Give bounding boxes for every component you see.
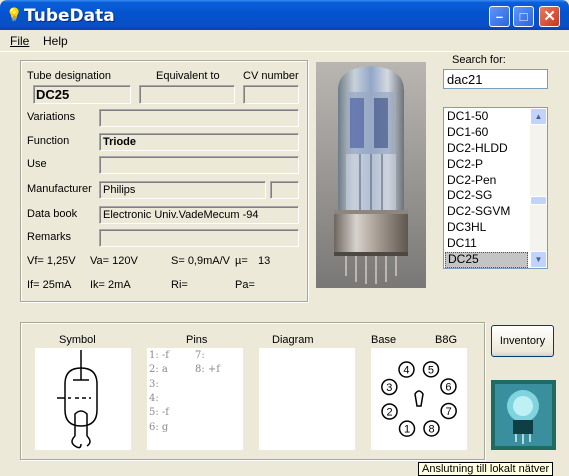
variations-field[interactable]: [99, 109, 299, 127]
tube-list-item[interactable]: DC3HL: [445, 220, 528, 236]
pa-value: Pa=: [235, 279, 255, 291]
base-pane: 12 34 56 78: [371, 348, 467, 450]
mu-label: µ=: [235, 255, 248, 267]
tube-list-item[interactable]: DC2-Pen: [445, 173, 528, 189]
tube-photo: [316, 62, 426, 288]
lightbulb-icon: 💡: [6, 7, 23, 22]
inventory-button[interactable]: Inventory: [491, 325, 554, 357]
cv-number-label: CV number: [243, 70, 299, 82]
pin-assignment: 6: g: [149, 421, 169, 433]
manufacturer-field[interactable]: Philips: [99, 181, 266, 199]
base-pin: 1: [398, 420, 416, 437]
scroll-down-icon[interactable]: ▼: [530, 251, 547, 268]
remarks-label: Remarks: [27, 231, 72, 243]
manufacturer-label: Manufacturer: [27, 183, 92, 195]
base-pin: 5: [422, 361, 440, 378]
scroll-up-icon[interactable]: ▲: [530, 108, 547, 125]
base-pin: 3: [381, 378, 398, 396]
base-pin-number: 6: [445, 381, 451, 393]
base-pin-number: 1: [404, 424, 410, 436]
function-field[interactable]: Triode: [99, 133, 299, 151]
base-pinout-diagram: 12 34 56 78: [374, 354, 464, 444]
tube-logo-icon: [491, 380, 556, 450]
ik-value: Ik= 2mA: [90, 279, 131, 291]
tube-list-item[interactable]: DC2-SGVM: [445, 204, 528, 220]
variations-label: Variations: [27, 111, 76, 123]
diagram-pane: [259, 348, 355, 450]
pin-assignment: 1: -f: [149, 350, 169, 361]
data-book-label: Data book: [27, 208, 78, 220]
search-label: Search for:: [452, 54, 506, 66]
base-pin-number: 2: [386, 407, 392, 419]
diagram-title: Diagram: [272, 334, 314, 346]
base-pin-number: 8: [428, 423, 434, 435]
base-pin: 7: [440, 402, 457, 420]
tube-list-item[interactable]: DC11: [445, 236, 528, 252]
mu-value: 13: [258, 255, 271, 267]
remarks-field[interactable]: [99, 229, 299, 247]
pins-pane: 1: -f 2: a 3: 4: 5: -f 6: g 7: 8: +f: [147, 348, 243, 450]
triode-symbol-icon: [57, 350, 98, 449]
cv-number-field[interactable]: [243, 85, 299, 104]
menu-file[interactable]: File: [10, 34, 29, 48]
list-scrollbar[interactable]: ▲ ▼: [530, 108, 547, 268]
pin-assignment: 7:: [195, 350, 205, 361]
base-pin: 4: [398, 361, 415, 378]
maximize-button[interactable]: □: [513, 6, 534, 27]
tube-designation-field[interactable]: DC25: [33, 85, 131, 104]
tube-designation-label: Tube designation: [27, 70, 111, 82]
base-pin: 6: [440, 378, 457, 395]
manufacturer-code-field[interactable]: [270, 181, 299, 199]
pin-assignment: 4:: [149, 392, 159, 404]
function-label: Function: [27, 135, 70, 147]
base-pin-number: 7: [446, 406, 452, 418]
symbol-pane: [35, 348, 131, 450]
symbol-title: Symbol: [59, 334, 96, 346]
data-book-field[interactable]: Electronic Univ.VadeMecum -94: [99, 206, 299, 224]
vf-value: Vf= 1,25V: [27, 255, 76, 267]
tube-list-item[interactable]: DC2-HLDD: [445, 141, 528, 157]
menu-file-label: File: [10, 34, 30, 48]
pin-assignment: 2: a: [149, 364, 168, 376]
base-pin-number: 5: [428, 364, 434, 376]
close-button[interactable]: ✕: [539, 6, 560, 27]
base-title: Base: [371, 334, 397, 346]
base-type-label: B8G: [435, 334, 458, 346]
s-value: S= 0,9mA/V: [171, 255, 231, 267]
tube-list-item[interactable]: DC1-50: [445, 109, 528, 125]
tube-logo-link[interactable]: [491, 380, 556, 450]
scroll-thumb[interactable]: [530, 196, 547, 205]
tube-list-item[interactable]: DC1-60: [445, 125, 528, 141]
equivalent-to-label: Equivalent to: [156, 70, 220, 82]
use-label: Use: [27, 158, 47, 170]
tube-list-item[interactable]: DC25: [445, 252, 528, 268]
va-value: Va= 120V: [90, 255, 138, 267]
base-pin: 2: [381, 403, 398, 420]
menu-bar: [0, 30, 569, 52]
pin-assignment: 8: +f: [195, 364, 220, 376]
vacuum-tube-image: [316, 62, 426, 288]
base-pin-number: 4: [403, 365, 409, 377]
tube-list-item[interactable]: DC2-SG: [445, 188, 528, 204]
window-title: TubeData: [24, 6, 115, 26]
tube-list-items: DC1-50 DC1-60 DC2-HLDD DC2-P DC2-Pen DC2-SG DC…: [445, 109, 528, 268]
ri-value: Ri=: [171, 279, 188, 291]
tube-list[interactable]: DC1-50 DC1-60 DC2-HLDD DC2-P DC2-Pen DC2-SG DC…: [443, 107, 548, 269]
menu-help[interactable]: Help: [43, 34, 68, 48]
base-pin-number: 3: [386, 382, 392, 394]
pins-title: Pins: [186, 334, 208, 346]
search-input[interactable]: [443, 69, 548, 89]
base-pin: 8: [423, 420, 440, 437]
pin-assignment: 3:: [149, 378, 159, 390]
pin-assignment: 5: -f: [149, 407, 169, 419]
tube-list-item[interactable]: DC2-P: [445, 157, 528, 173]
menu-help-label: Help: [43, 34, 68, 48]
use-field[interactable]: [99, 156, 299, 174]
equivalent-to-field[interactable]: [139, 85, 235, 104]
minimize-button[interactable]: –: [489, 6, 510, 27]
if-value: If= 25mA: [27, 279, 72, 291]
